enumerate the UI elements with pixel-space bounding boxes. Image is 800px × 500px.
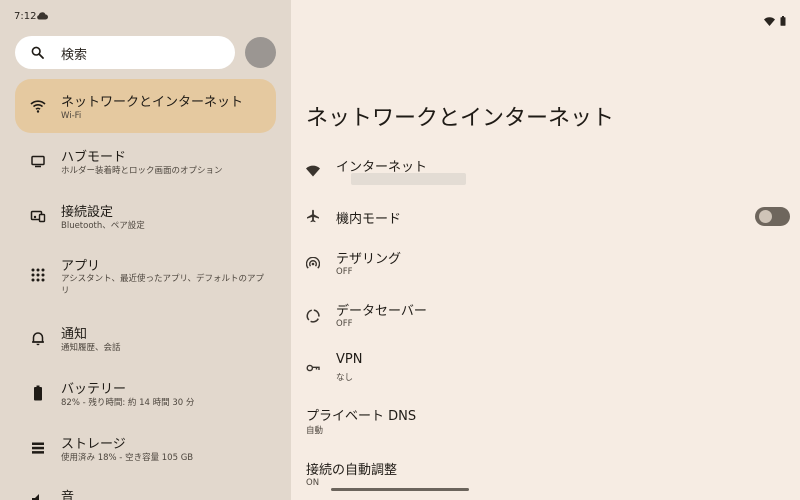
pref-title: 機内モード — [336, 212, 402, 227]
sidebar-item-battery[interactable]: バッテリー 82% - 残り時間: 約 14 時間 30 分 — [15, 368, 276, 420]
sidebar-item-title: 音 — [61, 490, 75, 500]
wifi-status-icon — [763, 17, 775, 26]
sidebar-item-apps[interactable]: アプリ アシスタント、最近使ったアプリ、デフォルトのアプリ — [15, 246, 276, 304]
sidebar-item-title: アプリ — [61, 259, 101, 274]
search-placeholder: 検索 — [61, 48, 88, 63]
sidebar-item-title: 通知 — [61, 327, 88, 342]
sidebar-item-connected-devices[interactable]: 接続設定 Bluetooth、ペア設定 — [15, 191, 276, 243]
sidebar-item-title: ストレージ — [61, 437, 126, 452]
sidebar-item-title: ネットワークとインターネット — [61, 95, 244, 110]
pref-airplane-mode[interactable]: 機内モード — [306, 206, 786, 228]
pref-subtitle: OFF — [336, 267, 353, 277]
sidebar-item-title: ハブモード — [61, 150, 127, 165]
bell-icon — [32, 332, 44, 346]
pref-title: プライベート DNS — [306, 409, 417, 424]
gesture-navigation-bar[interactable] — [331, 488, 469, 491]
sidebar-item-sound[interactable]: 音 — [15, 478, 276, 500]
sidebar-item-subtitle: Bluetooth、ペア設定 — [61, 221, 145, 231]
storage-icon — [32, 442, 44, 454]
network-settings-page: ネットワークとインターネット インターネット 機内モード テザリング OFF デ… — [291, 0, 800, 500]
pref-internet[interactable]: インターネット — [306, 155, 786, 193]
airplane-mode-toggle[interactable] — [755, 207, 790, 226]
page-title: ネットワークとインターネット — [306, 106, 615, 131]
sidebar-item-hub-mode[interactable]: ハブモード ホルダー装着時とロック画面のオプション — [15, 136, 276, 188]
pref-subtitle: なし — [336, 373, 354, 383]
sidebar-item-notifications[interactable]: 通知 通知履歴、会話 — [15, 313, 276, 365]
pref-title: テザリング — [336, 252, 402, 267]
cloud-icon — [37, 12, 48, 20]
apps-icon — [31, 268, 45, 282]
wifi-icon — [306, 165, 320, 177]
vpn-key-icon — [306, 364, 320, 372]
pref-subtitle: 自動 — [306, 426, 324, 436]
sidebar-item-subtitle: 使用済み 18% - 空き容量 105 GB — [61, 453, 194, 463]
search-bar[interactable]: 検索 — [15, 36, 235, 69]
hotspot-icon — [306, 257, 320, 269]
pref-title: VPN — [336, 352, 363, 367]
search-icon — [31, 46, 44, 59]
sidebar-item-title: バッテリー — [61, 382, 127, 397]
sidebar-item-subtitle: Wi-Fi — [61, 111, 82, 121]
toggle-knob — [759, 210, 772, 223]
sidebar-item-subtitle: ホルダー装着時とロック画面のオプション — [61, 166, 223, 176]
sidebar-item-title: 接続設定 — [61, 205, 114, 220]
avatar[interactable] — [245, 37, 276, 68]
settings-sidebar: 7:12 検索 ネットワークとインターネット Wi-Fi ハブモード ホルダー装… — [0, 0, 291, 500]
battery-status-icon — [780, 16, 786, 26]
hub-icon — [31, 155, 45, 168]
sidebar-item-subtitle: 通知履歴、会話 — [61, 343, 121, 353]
sidebar-item-subtitle: アシスタント、最近使ったアプリ、デフォルトのアプリ — [61, 274, 264, 296]
pref-vpn[interactable]: VPN なし — [306, 351, 786, 387]
pref-subtitle: ON — [306, 478, 320, 488]
pref-title: データセーバー — [336, 304, 427, 319]
wifi-icon — [30, 100, 46, 113]
status-icons — [763, 11, 786, 30]
airplane-icon — [307, 209, 319, 223]
status-time: 7:12 — [14, 11, 37, 22]
battery-icon — [34, 385, 42, 401]
sidebar-item-subtitle: 82% - 残り時間: 約 14 時間 30 分 — [61, 398, 195, 408]
sidebar-item-storage[interactable]: ストレージ 使用済み 18% - 空き容量 105 GB — [15, 423, 276, 475]
redacted-network-name — [351, 173, 466, 185]
devices-icon — [30, 210, 46, 223]
pref-data-saver[interactable]: データセーバー OFF — [306, 299, 786, 335]
pref-private-dns[interactable]: プライベート DNS 自動 — [306, 404, 786, 440]
sidebar-item-network[interactable]: ネットワークとインターネット Wi-Fi — [15, 79, 276, 133]
data-saver-icon — [306, 309, 320, 323]
pref-title: 接続の自動調整 — [306, 463, 398, 478]
sound-icon — [32, 494, 39, 500]
pref-subtitle: OFF — [336, 319, 353, 329]
pref-tethering[interactable]: テザリング OFF — [306, 247, 786, 283]
